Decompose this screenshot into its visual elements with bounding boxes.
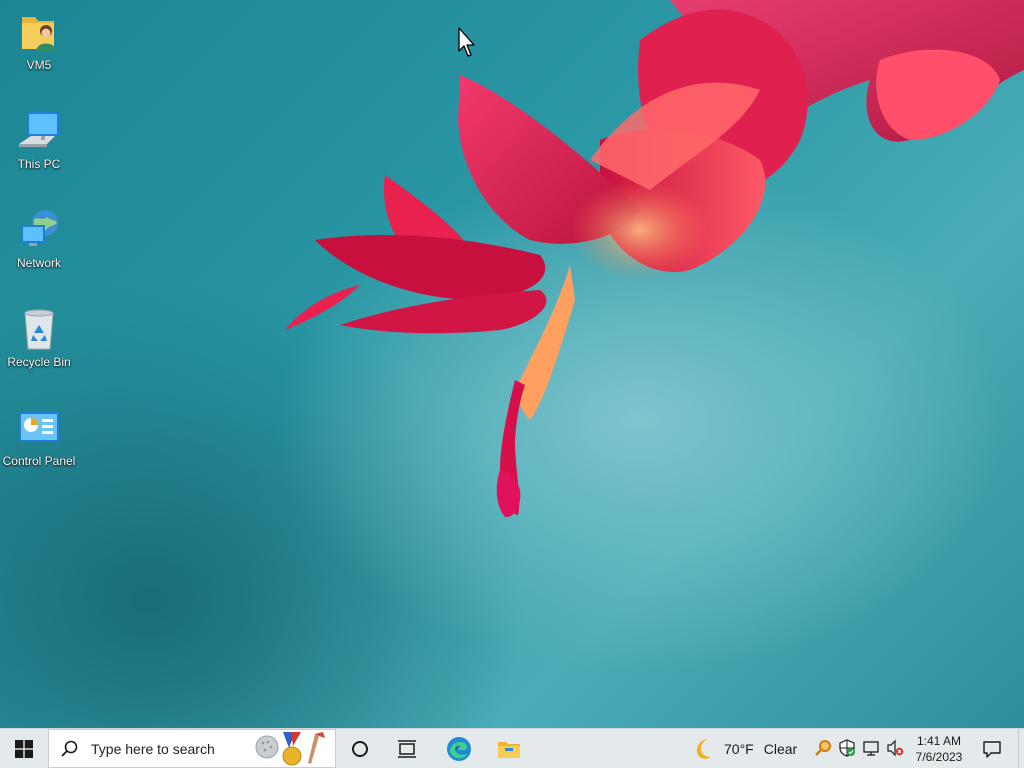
show-desktop-button[interactable]: [1018, 729, 1024, 768]
desktop[interactable]: VM5 This PC Network Recycle Bin Control …: [0, 0, 1024, 728]
action-center-button[interactable]: [972, 729, 1012, 768]
desktop-icon-label: Control Panel: [2, 454, 76, 468]
weather-temperature: 70°F: [724, 740, 754, 757]
desktop-icon-control-panel[interactable]: Control Panel: [0, 398, 78, 484]
computer-icon: [17, 109, 61, 153]
weather-widget[interactable]: 70°F Clear: [690, 729, 797, 768]
file-explorer-icon: [498, 741, 520, 758]
magnifier-icon[interactable]: [814, 739, 832, 757]
file-explorer-button[interactable]: [487, 729, 531, 768]
clock-time: 1:41 AM: [916, 734, 962, 748]
user-folder-icon: [17, 10, 61, 54]
recycle-bin-icon: [17, 307, 61, 351]
desktop-icon-network[interactable]: Network: [0, 200, 78, 286]
taskbar-clock[interactable]: 1:41 AM 7/6/2023: [906, 732, 972, 766]
search-icon: [61, 740, 78, 757]
control-panel-icon: [17, 406, 61, 450]
edge-icon: [447, 736, 471, 761]
wallpaper-flower-image: [285, 0, 1024, 518]
network-icon: [17, 208, 61, 252]
security-shield-icon[interactable]: [838, 739, 856, 757]
search-box[interactable]: [48, 729, 336, 768]
desktop-icon-label: Recycle Bin: [7, 355, 71, 369]
desktop-icon-label: VM5: [26, 58, 52, 72]
mouse-pointer-icon: [458, 27, 475, 57]
task-view-button[interactable]: [387, 729, 427, 768]
start-button[interactable]: [0, 729, 48, 768]
speaker-muted-icon[interactable]: [886, 739, 904, 757]
search-input[interactable]: [89, 739, 253, 758]
task-view-icon: [398, 739, 416, 758]
network-monitor-icon[interactable]: [862, 739, 880, 757]
cortana-button[interactable]: [340, 729, 380, 768]
desktop-icon-this-pc[interactable]: This PC: [0, 101, 78, 187]
desktop-icon-vm5[interactable]: VM5: [0, 2, 78, 88]
edge-button[interactable]: [437, 729, 481, 768]
moon-icon: [696, 738, 711, 759]
action-center-icon: [983, 740, 1001, 758]
desktop-icon-recycle-bin[interactable]: Recycle Bin: [0, 299, 78, 385]
windows-logo-icon: [15, 739, 33, 758]
weather-condition: Clear: [763, 740, 798, 757]
clock-date: 7/6/2023: [915, 750, 963, 764]
cortana-icon: [352, 740, 368, 757]
desktop-icon-label: Network: [16, 256, 61, 270]
desktop-icon-label: This PC: [17, 157, 61, 171]
taskbar: 70°F Clear 1:41 AM 7/6/2023: [0, 728, 1024, 768]
search-highlight-image: [255, 732, 325, 766]
